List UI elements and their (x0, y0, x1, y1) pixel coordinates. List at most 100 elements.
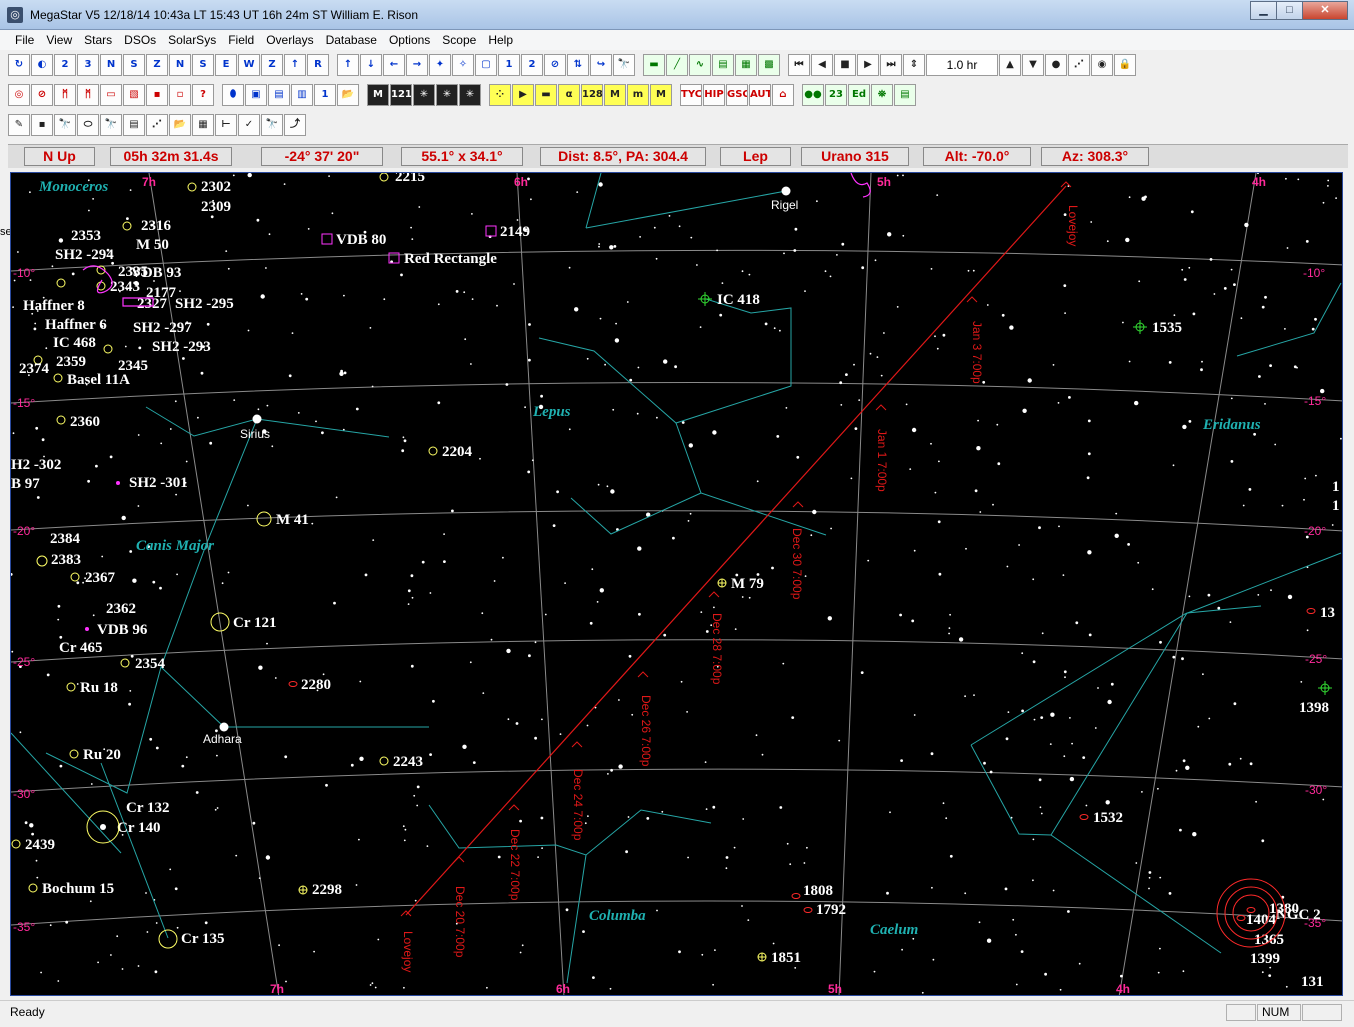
toolbar-row2b-button-1[interactable]: ▣ (245, 84, 267, 106)
toolbar-row2f-button-4[interactable]: ▤ (894, 84, 916, 106)
toolbar-row1b-button-1[interactable]: ↓ (360, 54, 382, 76)
toolbar-row2f-button-3[interactable]: ⛯ (871, 84, 893, 106)
toolbar-row1b-button-11[interactable]: ↪ (590, 54, 612, 76)
toolbar-row3-button-11[interactable]: 🔭 (261, 114, 283, 136)
time-step-field[interactable]: 1.0 hr (926, 54, 998, 76)
toolbar-row2d-button-3[interactable]: α (558, 84, 580, 106)
toolbar-row2d-button-5[interactable]: M (604, 84, 626, 106)
toolbar-row1d-button-5[interactable]: ⇕ (903, 54, 925, 76)
orientation-field[interactable]: N Up (24, 147, 95, 166)
toolbar-row2a-button-3[interactable]: ᛗ (77, 84, 99, 106)
toolbar-row1a-button-13[interactable]: R (307, 54, 329, 76)
toolbar-row1a-button-5[interactable]: S (123, 54, 145, 76)
toolbar-row2a-button-8[interactable]: ? (192, 84, 214, 106)
toolbar-row1a-button-4[interactable]: N (100, 54, 122, 76)
toolbar-row2d-button-4[interactable]: 128 (581, 84, 603, 106)
toolbar-row3-button-9[interactable]: ⊢ (215, 114, 237, 136)
toolbar-row1a-button-7[interactable]: N (169, 54, 191, 76)
toolbar-row1a-button-0[interactable]: ↻ (8, 54, 30, 76)
toolbar-row1d-button-3[interactable]: ▶ (857, 54, 879, 76)
toolbar-row2e-button-1[interactable]: HIP (703, 84, 725, 106)
close-button[interactable]: ✕ (1302, 1, 1348, 20)
toolbar-row2a-button-4[interactable]: ▭ (100, 84, 122, 106)
toolbar-row2c-button-3[interactable]: ✳ (436, 84, 458, 106)
toolbar-row1c-button-1[interactable]: ╱ (666, 54, 688, 76)
menu-field[interactable]: Field (222, 33, 260, 47)
toolbar-row1d-button-2[interactable]: ■ (834, 54, 856, 76)
toolbar-row2e-button-3[interactable]: AUT (749, 84, 771, 106)
menu-overlays[interactable]: Overlays (260, 33, 319, 47)
toolbar-row1e-button-4[interactable]: ◉ (1091, 54, 1113, 76)
toolbar-row3-button-8[interactable]: ▦ (192, 114, 214, 136)
toolbar-row1a-button-10[interactable]: W (238, 54, 260, 76)
toolbar-row2b-button-0[interactable]: ⬮ (222, 84, 244, 106)
toolbar-row3-button-1[interactable]: ▪ (31, 114, 53, 136)
minimize-button[interactable]: ▁ (1250, 1, 1277, 20)
toolbar-row1a-button-1[interactable]: ◐ (31, 54, 53, 76)
toolbar-row3-button-4[interactable]: 🔭 (100, 114, 122, 136)
menu-stars[interactable]: Stars (78, 33, 118, 47)
toolbar-row1a-button-2[interactable]: 2 (54, 54, 76, 76)
toolbar-row2c-button-0[interactable]: M (367, 84, 389, 106)
toolbar-row1b-button-3[interactable]: → (406, 54, 428, 76)
toolbar-row2d-button-1[interactable]: ▶ (512, 84, 534, 106)
toolbar-row1a-button-9[interactable]: E (215, 54, 237, 76)
toolbar-row1d-button-0[interactable]: ⏮ (788, 54, 810, 76)
toolbar-row2d-button-0[interactable]: ⁘ (489, 84, 511, 106)
toolbar-row1e-button-0[interactable]: ▲ (999, 54, 1021, 76)
toolbar-row2b-button-4[interactable]: 1 (314, 84, 336, 106)
toolbar-row3-button-6[interactable]: ⋰ (146, 114, 168, 136)
menu-dsos[interactable]: DSOs (118, 33, 162, 47)
toolbar-row1e-button-3[interactable]: ⋰ (1068, 54, 1090, 76)
menu-scope[interactable]: Scope (436, 33, 482, 47)
toolbar-row2d-button-6[interactable]: m (627, 84, 649, 106)
toolbar-row1e-button-5[interactable]: 🔒 (1114, 54, 1136, 76)
toolbar-row3-button-3[interactable]: ⬭ (77, 114, 99, 136)
toolbar-row2e-button-0[interactable]: TYC (680, 84, 702, 106)
toolbar-row2c-button-2[interactable]: ✳ (413, 84, 435, 106)
toolbar-row1a-button-12[interactable]: ↑ (284, 54, 306, 76)
menu-options[interactable]: Options (383, 33, 436, 47)
toolbar-row1b-button-5[interactable]: ✧ (452, 54, 474, 76)
menu-file[interactable]: File (9, 33, 40, 47)
toolbar-row1e-button-2[interactable]: ● (1045, 54, 1067, 76)
toolbar-row1a-button-3[interactable]: 3 (77, 54, 99, 76)
toolbar-row2e-button-4[interactable]: ⌂ (772, 84, 794, 106)
toolbar-row1c-button-0[interactable]: ▬ (643, 54, 665, 76)
toolbar-row1a-button-8[interactable]: S (192, 54, 214, 76)
menu-help[interactable]: Help (482, 33, 519, 47)
toolbar-row1b-button-8[interactable]: 2 (521, 54, 543, 76)
toolbar-row2a-button-1[interactable]: ⊘ (31, 84, 53, 106)
toolbar-row1a-button-11[interactable]: Z (261, 54, 283, 76)
toolbar-row1b-button-0[interactable]: ↑ (337, 54, 359, 76)
toolbar-row2f-button-1[interactable]: 23 (825, 84, 847, 106)
toolbar-row1d-button-1[interactable]: ◀ (811, 54, 833, 76)
toolbar-row1c-button-5[interactable]: ▩ (758, 54, 780, 76)
toolbar-row2e-button-2[interactable]: GSC (726, 84, 748, 106)
toolbar-row2b-button-3[interactable]: ▥ (291, 84, 313, 106)
toolbar-row3-button-12[interactable]: ⤴ (284, 114, 306, 136)
toolbar-row2a-button-7[interactable]: ▫ (169, 84, 191, 106)
toolbar-row2a-button-5[interactable]: ▧ (123, 84, 145, 106)
menu-database[interactable]: Database (320, 33, 383, 47)
toolbar-row1c-button-2[interactable]: ∿ (689, 54, 711, 76)
toolbar-row1b-button-12[interactable]: 🔭 (613, 54, 635, 76)
menu-view[interactable]: View (40, 33, 78, 47)
maximize-button[interactable]: □ (1276, 1, 1303, 20)
toolbar-row3-button-2[interactable]: 🔭 (54, 114, 76, 136)
star-chart-canvas[interactable]: Lovejoy Jan 3 7:00p Jan 1 7:00p Dec 30 7:00… (11, 173, 1343, 996)
toolbar-row1b-button-9[interactable]: ⊘ (544, 54, 566, 76)
toolbar-row2b-button-2[interactable]: ▤ (268, 84, 290, 106)
toolbar-row2a-button-6[interactable]: ▪ (146, 84, 168, 106)
toolbar-row2c-button-4[interactable]: ✳ (459, 84, 481, 106)
toolbar-row2c-button-1[interactable]: 121 (390, 84, 412, 106)
toolbar-row3-button-5[interactable]: ▤ (123, 114, 145, 136)
toolbar-row1a-button-6[interactable]: Z (146, 54, 168, 76)
toolbar-row3-button-7[interactable]: 📂 (169, 114, 191, 136)
toolbar-row1d-button-4[interactable]: ⏭ (880, 54, 902, 76)
toolbar-row1c-button-3[interactable]: ▤ (712, 54, 734, 76)
toolbar-row2d-button-2[interactable]: ▬ (535, 84, 557, 106)
toolbar-row1b-button-4[interactable]: ✦ (429, 54, 451, 76)
toolbar-row1b-button-7[interactable]: 1 (498, 54, 520, 76)
toolbar-row3-button-0[interactable]: ✎ (8, 114, 30, 136)
